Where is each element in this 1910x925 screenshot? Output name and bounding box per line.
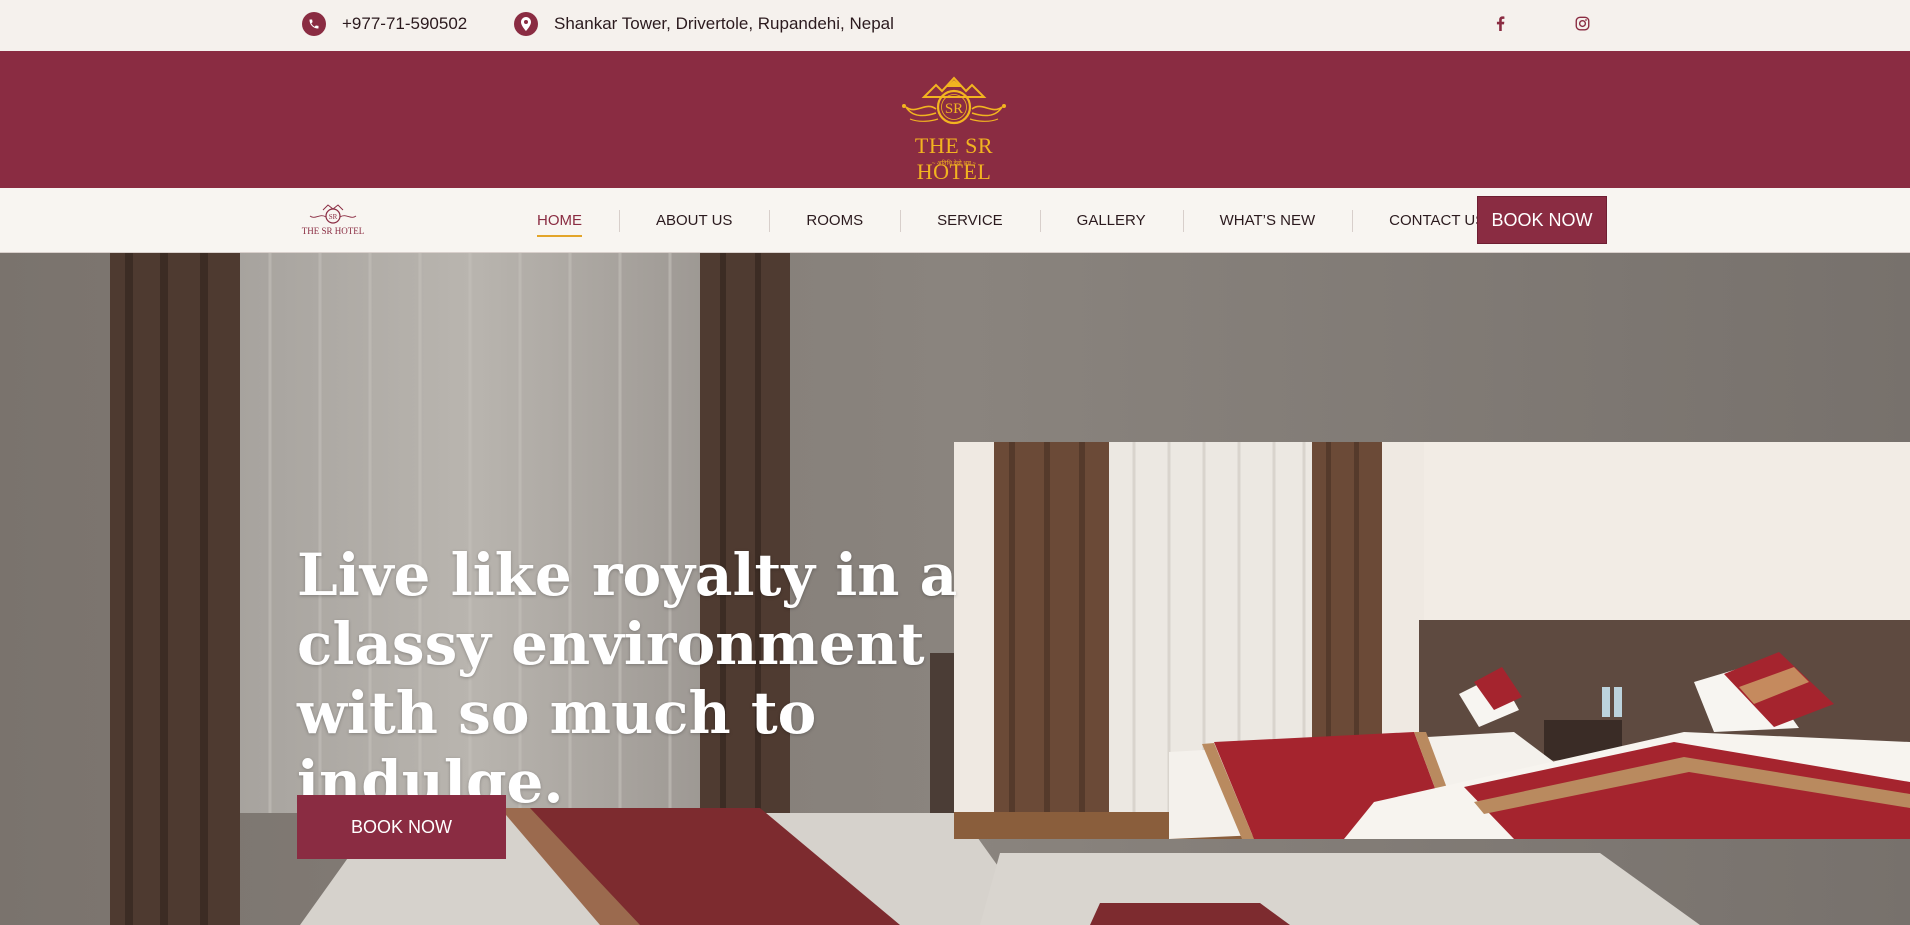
hero-section: Live like royalty in a classy environmen… bbox=[0, 253, 1910, 925]
room-photo bbox=[954, 442, 1910, 839]
nav-logo-text: THE SR HOTEL bbox=[301, 226, 365, 236]
nav-rooms[interactable]: ROOMS bbox=[769, 188, 900, 253]
hotel-tagline: ~ अतिथि देवो भव ~ bbox=[931, 161, 977, 167]
nav-home[interactable]: HOME bbox=[500, 188, 619, 253]
facebook-icon[interactable] bbox=[1490, 13, 1510, 33]
svg-text:SR: SR bbox=[329, 213, 338, 221]
main-navigation: SR THE SR HOTEL HOME ABOUT US ROOMS SERV… bbox=[0, 188, 1910, 253]
phone-icon bbox=[302, 12, 326, 36]
nav-about-us[interactable]: ABOUT US bbox=[619, 188, 769, 253]
menu: HOME ABOUT US ROOMS SERVICE GALLERY WHAT… bbox=[500, 188, 1522, 253]
nav-service[interactable]: SERVICE bbox=[900, 188, 1040, 253]
nav-logo[interactable]: SR THE SR HOTEL bbox=[301, 202, 365, 238]
top-contact-bar: +977-71-590502 Shankar Tower, Drivertole… bbox=[0, 0, 1910, 51]
hotel-logo[interactable]: SR THE SR HOTEL ~ अतिथि देवो भव ~ bbox=[876, 75, 1032, 184]
hero-book-now-button[interactable]: BOOK NOW bbox=[297, 795, 506, 859]
nav-gallery[interactable]: GALLERY bbox=[1039, 188, 1183, 253]
instagram-icon[interactable] bbox=[1572, 13, 1592, 33]
hero-headline: Live like royalty in a classy environmen… bbox=[297, 541, 958, 816]
address-text: Shankar Tower, Drivertole, Rupandehi, Ne… bbox=[554, 14, 894, 33]
book-now-button[interactable]: BOOK NOW bbox=[1477, 196, 1607, 244]
phone-contact[interactable]: +977-71-590502 bbox=[302, 12, 467, 36]
svg-text:SR: SR bbox=[945, 101, 963, 117]
brand-header: SR THE SR HOTEL ~ अतिथि देवो भव ~ bbox=[0, 51, 1910, 188]
map-pin-icon bbox=[514, 12, 538, 36]
nav-whats-new[interactable]: WHAT’S NEW bbox=[1182, 188, 1353, 253]
address-contact[interactable]: Shankar Tower, Drivertole, Rupandehi, Ne… bbox=[514, 12, 894, 36]
phone-number: +977-71-590502 bbox=[342, 14, 468, 33]
